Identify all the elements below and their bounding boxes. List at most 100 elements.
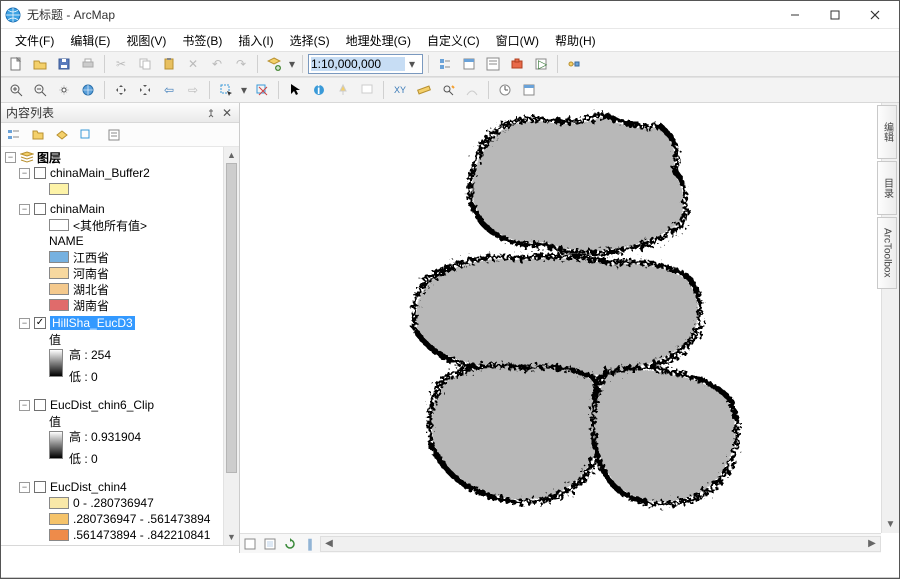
symbol-swatch[interactable] (49, 251, 69, 263)
add-data-button[interactable] (263, 53, 285, 75)
menu-edit[interactable]: 编辑(E) (64, 30, 116, 51)
redo-button[interactable]: ↷ (230, 53, 252, 75)
scale-combo[interactable]: ▾ (308, 54, 423, 74)
layer-checkbox[interactable] (34, 167, 46, 179)
save-button[interactable] (53, 53, 75, 75)
collapse-icon[interactable]: − (19, 204, 30, 215)
menu-help[interactable]: 帮助(H) (549, 30, 602, 51)
forward-extent-button[interactable]: ⇨ (182, 79, 204, 101)
dock-tab-arctoolbox[interactable]: ArcToolbox (877, 217, 897, 289)
zoom-in-button[interactable] (5, 79, 27, 101)
find-route-button[interactable] (461, 79, 483, 101)
python-button[interactable]: ▷ (530, 53, 552, 75)
scroll-up-icon[interactable]: ▲ (224, 147, 239, 163)
layer-name[interactable]: EucDist_chin6_Clip (50, 398, 154, 412)
data-view-button[interactable] (240, 535, 260, 553)
time-slider-button[interactable] (494, 79, 516, 101)
fixed-zoom-out-button[interactable] (134, 79, 156, 101)
scroll-right-icon[interactable]: ▶ (864, 538, 880, 549)
minimize-button[interactable] (775, 1, 815, 29)
list-by-drawing-order-button[interactable] (4, 125, 24, 145)
fixed-zoom-in-button[interactable] (110, 79, 132, 101)
collapse-icon[interactable]: − (5, 152, 16, 163)
color-ramp[interactable] (49, 431, 63, 459)
model-builder-button[interactable] (563, 53, 585, 75)
measure-button[interactable] (413, 79, 435, 101)
list-by-visibility-button[interactable] (52, 125, 72, 145)
symbol-swatch[interactable] (49, 283, 69, 295)
menu-customize[interactable]: 自定义(C) (421, 30, 486, 51)
collapse-icon[interactable]: − (19, 318, 30, 329)
layer-checkbox[interactable] (34, 317, 46, 329)
layer-name[interactable]: chinaMain_Buffer2 (50, 166, 150, 180)
collapse-icon[interactable]: − (19, 168, 30, 179)
menu-window[interactable]: 窗口(W) (490, 30, 545, 51)
identify-button[interactable]: i (308, 79, 330, 101)
menu-insert[interactable]: 插入(I) (232, 30, 279, 51)
add-data-dropdown[interactable]: ▾ (287, 53, 297, 75)
new-doc-button[interactable] (5, 53, 27, 75)
maximize-button[interactable] (815, 1, 855, 29)
pan-button[interactable] (53, 79, 75, 101)
collapse-icon[interactable]: − (19, 400, 30, 411)
menu-bookmarks[interactable]: 书签(B) (176, 30, 228, 51)
map-canvas[interactable] (242, 105, 881, 533)
symbol-swatch[interactable] (49, 497, 69, 509)
symbol-swatch[interactable] (49, 529, 69, 541)
dock-tab-catalog[interactable]: 目录 (877, 161, 897, 215)
layout-view-button[interactable] (260, 535, 280, 553)
pin-icon[interactable] (204, 106, 218, 120)
goto-xy-button[interactable]: XY (389, 79, 411, 101)
scroll-down-icon[interactable]: ▼ (224, 529, 239, 545)
collapse-icon[interactable]: − (19, 482, 30, 493)
map-horizontal-scrollbar[interactable]: ◀▶ (320, 536, 881, 552)
close-button[interactable] (855, 1, 895, 29)
select-dropdown[interactable]: ▾ (239, 79, 249, 101)
layer-checkbox[interactable] (34, 481, 46, 493)
map-view[interactable]: ▲ ▼ ∥ ◀▶ (240, 103, 899, 553)
cut-button[interactable]: ✂ (110, 53, 132, 75)
layer-name-selected[interactable]: HillSha_EucD3 (50, 316, 135, 330)
search-button[interactable] (482, 53, 504, 75)
symbol-swatch[interactable] (49, 183, 69, 195)
delete-button[interactable]: ✕ (182, 53, 204, 75)
list-by-source-button[interactable] (28, 125, 48, 145)
select-elements-button[interactable] (284, 79, 306, 101)
menu-geoprocessing[interactable]: 地理处理(G) (340, 30, 417, 51)
options-button[interactable] (104, 125, 124, 145)
open-button[interactable] (29, 53, 51, 75)
paste-button[interactable] (158, 53, 180, 75)
arctoolbox-button[interactable] (506, 53, 528, 75)
menu-selection[interactable]: 选择(S) (284, 30, 336, 51)
symbol-swatch[interactable] (49, 513, 69, 525)
find-button[interactable] (437, 79, 459, 101)
scroll-down-icon[interactable]: ▼ (882, 515, 899, 533)
menu-view[interactable]: 视图(V) (120, 30, 172, 51)
symbol-swatch[interactable] (49, 299, 69, 311)
viewer-window-button[interactable] (518, 79, 540, 101)
editor-toolbar-button[interactable] (434, 53, 456, 75)
scale-dropdown-icon[interactable]: ▾ (405, 57, 419, 71)
catalog-button[interactable] (458, 53, 480, 75)
dock-tab-edit[interactable]: 编辑 (877, 105, 897, 159)
refresh-button[interactable] (280, 535, 300, 553)
scale-input[interactable] (311, 57, 405, 71)
symbol-swatch[interactable] (49, 219, 69, 231)
clear-selection-button[interactable] (251, 79, 273, 101)
html-popup-button[interactable] (356, 79, 378, 101)
list-by-selection-button[interactable] (76, 125, 96, 145)
scroll-thumb[interactable] (226, 163, 237, 473)
symbol-swatch[interactable] (49, 267, 69, 279)
full-extent-button[interactable] (77, 79, 99, 101)
print-button[interactable] (77, 53, 99, 75)
layer-name[interactable]: chinaMain (50, 202, 105, 216)
hyperlink-button[interactable] (332, 79, 354, 101)
layer-name[interactable]: EucDist_chin4 (50, 480, 127, 494)
layer-checkbox[interactable] (34, 399, 46, 411)
layer-checkbox[interactable] (34, 203, 46, 215)
copy-button[interactable] (134, 53, 156, 75)
color-ramp[interactable] (49, 349, 63, 377)
back-extent-button[interactable]: ⇦ (158, 79, 180, 101)
select-features-button[interactable] (215, 79, 237, 101)
close-panel-icon[interactable]: ✕ (220, 106, 234, 120)
